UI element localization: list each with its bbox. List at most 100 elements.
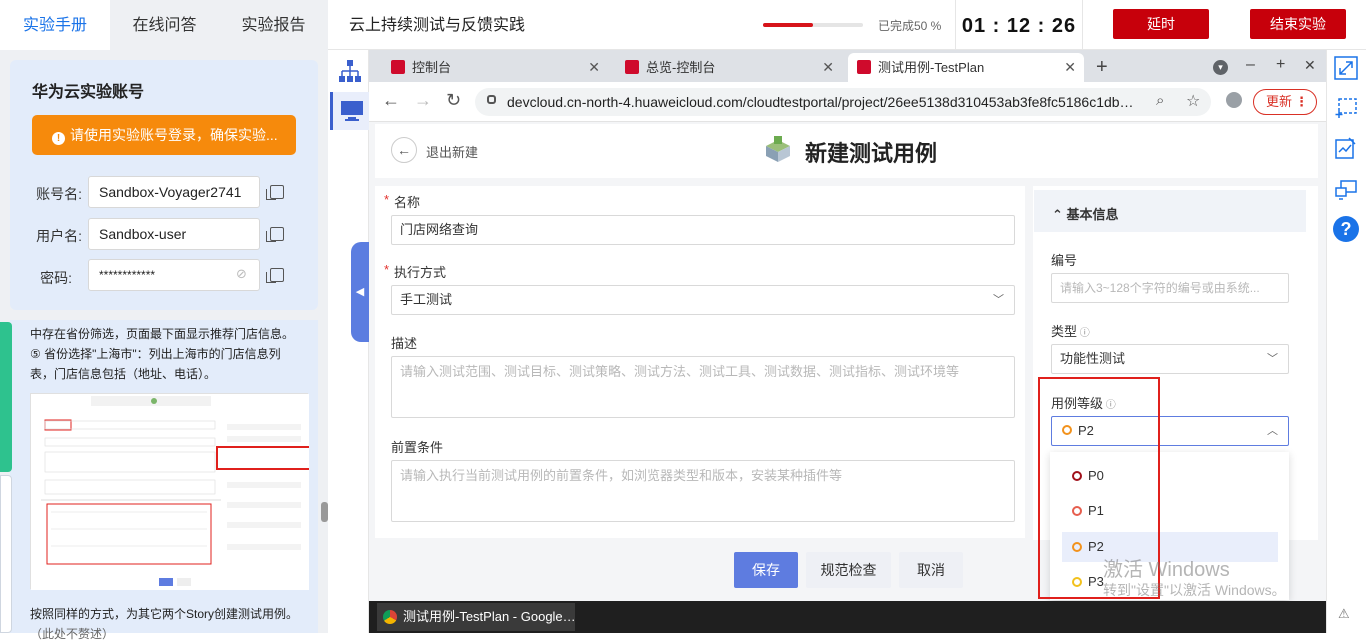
course-title: 云上持续测试与反馈实践	[349, 17, 526, 34]
type-label-text: 类型	[1051, 324, 1078, 339]
profile-icon[interactable]	[1226, 92, 1242, 108]
screenshot-thumbnail[interactable]	[30, 393, 312, 590]
exec-select[interactable]: 手工测试 ﹀	[391, 285, 1015, 315]
close-icon[interactable]: ✕	[822, 53, 834, 82]
id-label: 编号	[1051, 253, 1078, 268]
step-indicator	[0, 475, 12, 633]
manual-paragraph: 中存在省份筛选，页面最下面显示推荐门店信息。	[30, 327, 295, 341]
new-tab-icon[interactable]: +	[1096, 56, 1108, 79]
account-title: 华为云实验账号	[32, 84, 145, 101]
manual-paragraph: ⑤ 省份选择"上海市"：列出上海市的门店信息列表，门店信息包括（地址、电话）。	[30, 347, 281, 381]
screen-share-icon[interactable]	[1333, 178, 1359, 204]
help-circle-icon[interactable]: ?	[1333, 216, 1359, 242]
report-edit-icon[interactable]	[1333, 136, 1359, 162]
precond-textarea[interactable]: 请输入执行当前测试用例的前置条件，如浏览器类型和版本，安装某种插件等	[391, 460, 1015, 522]
extend-button[interactable]: 延时	[1113, 9, 1209, 39]
exit-create-link[interactable]: 退出新建	[426, 142, 478, 161]
precond-label: 前置条件	[391, 440, 444, 455]
basic-info-title: ⌃ 基本信息	[1052, 204, 1119, 223]
tab-manual[interactable]: 实验手册	[0, 0, 110, 50]
chrome-icon	[383, 610, 397, 624]
monitor-icon	[341, 101, 363, 121]
chevron-up-icon: ⌃	[1052, 207, 1067, 222]
close-icon[interactable]: ✕	[1064, 53, 1076, 82]
huawei-logo-icon	[625, 60, 639, 74]
type-select[interactable]: 功能性测试 ﹀	[1051, 344, 1289, 374]
eye-off-icon[interactable]: ⊘	[236, 266, 247, 282]
reload-icon[interactable]: ↻	[446, 90, 461, 111]
close-icon[interactable]: ✕	[588, 53, 600, 82]
login-warning[interactable]: ! 请使用实验账号登录，确保实验...	[32, 115, 296, 155]
user-label: 用户名:	[36, 228, 82, 244]
activation-watermark: 激活 Windows	[1103, 559, 1230, 581]
account-field[interactable]: Sandbox-Voyager2741	[88, 176, 260, 208]
update-button[interactable]: 更新 ⋮	[1253, 89, 1317, 115]
help-icon[interactable]: ⓘ	[1077, 328, 1090, 339]
address-bar[interactable]: devcloud.cn-north-4.huaweicloud.com/clou…	[475, 88, 1211, 116]
activation-watermark-sub: 转到"设置"以激活 Windows。	[1103, 582, 1286, 598]
password-label: 密码:	[40, 270, 72, 286]
progress-text: 已完成50 %	[878, 19, 942, 33]
huawei-logo-icon	[391, 60, 405, 74]
huawei-logo-icon	[857, 60, 871, 74]
basic-info-text: 基本信息	[1066, 207, 1119, 222]
update-label: 更新	[1266, 94, 1293, 109]
chevron-down-icon: ﹀	[1267, 353, 1278, 365]
more-icon: ⋮	[1295, 94, 1308, 109]
testcase-logo-icon	[762, 134, 794, 166]
chevron-up-icon: ︿	[1267, 425, 1278, 437]
tab-title: 控制台	[412, 60, 452, 75]
alert-triangle-icon[interactable]: ⚠	[1338, 606, 1350, 622]
tab-report[interactable]: 实验报告	[219, 0, 328, 50]
zoom-icon[interactable]: ⌕	[1156, 92, 1164, 109]
cancel-button[interactable]: 取消	[899, 552, 963, 588]
copy-icon[interactable]	[266, 185, 284, 200]
warning-text: 请使用实验账号登录，确保实验...	[70, 127, 278, 143]
minimize-icon[interactable]: –	[1246, 56, 1255, 74]
name-label: 名称	[384, 192, 420, 211]
maximize-icon[interactable]: +	[1276, 56, 1285, 74]
chevron-down-icon: ﹀	[993, 294, 1004, 306]
id-input[interactable]: 请输入3~128个字符的编号或由系统...	[1051, 273, 1289, 303]
progress-bar	[763, 23, 863, 27]
copy-icon[interactable]	[266, 227, 284, 242]
tab-search-icon[interactable]: ▾	[1213, 60, 1228, 75]
copy-icon[interactable]	[266, 268, 284, 283]
browser-tab-active[interactable]: 测试用例-TestPlan ✕	[848, 53, 1084, 82]
taskbar-item[interactable]: 测试用例-TestPlan - Google…	[377, 603, 575, 631]
countdown-timer: 01 : 12 : 26	[955, 0, 1083, 50]
tab-title: 总览-控制台	[646, 60, 716, 75]
bookmark-star-icon[interactable]: ☆	[1186, 91, 1200, 111]
name-input[interactable]: 门店网络查询	[391, 215, 1015, 245]
page-title: 新建测试用例	[805, 141, 938, 166]
lock-icon[interactable]	[487, 95, 496, 104]
type-label: 类型 ⓘ	[1051, 321, 1090, 340]
fullscreen-icon[interactable]	[1333, 56, 1359, 82]
back-circle-icon[interactable]: ←	[391, 137, 417, 163]
tab-qa[interactable]: 在线问答	[110, 0, 219, 50]
close-window-icon[interactable]: ✕	[1304, 57, 1316, 74]
password-field[interactable]: ************	[88, 259, 260, 291]
desc-label: 描述	[391, 336, 418, 351]
back-arrow-icon[interactable]: ←	[382, 90, 400, 111]
tab-title: 测试用例-TestPlan	[878, 60, 985, 75]
collapse-panel-button[interactable]: ◀	[351, 242, 369, 342]
browser-tab[interactable]: 总览-控制台 ✕	[616, 53, 842, 82]
exec-label: 执行方式	[384, 262, 446, 281]
desc-textarea[interactable]: 请输入测试范围、测试目标、测试策略、测试方法、测试工具、测试数据、测试指标、测试…	[391, 356, 1015, 418]
exec-value: 手工测试	[400, 292, 453, 307]
browser-tab[interactable]: 控制台 ✕	[382, 53, 608, 82]
scrollbar-thumb[interactable]	[321, 502, 328, 522]
progress-fill	[763, 23, 813, 27]
thumbnail-preview	[31, 394, 312, 590]
account-label: 账号名:	[36, 186, 82, 202]
manual-paragraph: 按照同样的方式，为其它两个Story创建测试用例。	[30, 607, 299, 621]
add-window-icon[interactable]	[1333, 96, 1359, 122]
end-lab-button[interactable]: 结束实验	[1250, 9, 1346, 39]
user-field[interactable]: Sandbox-user	[88, 218, 260, 250]
spec-check-button[interactable]: 规范检查	[806, 552, 891, 588]
forward-arrow-icon[interactable]: →	[414, 90, 432, 111]
topology-icon[interactable]	[337, 58, 363, 84]
desktop-tab[interactable]	[330, 92, 369, 130]
save-button[interactable]: 保存	[734, 552, 798, 588]
